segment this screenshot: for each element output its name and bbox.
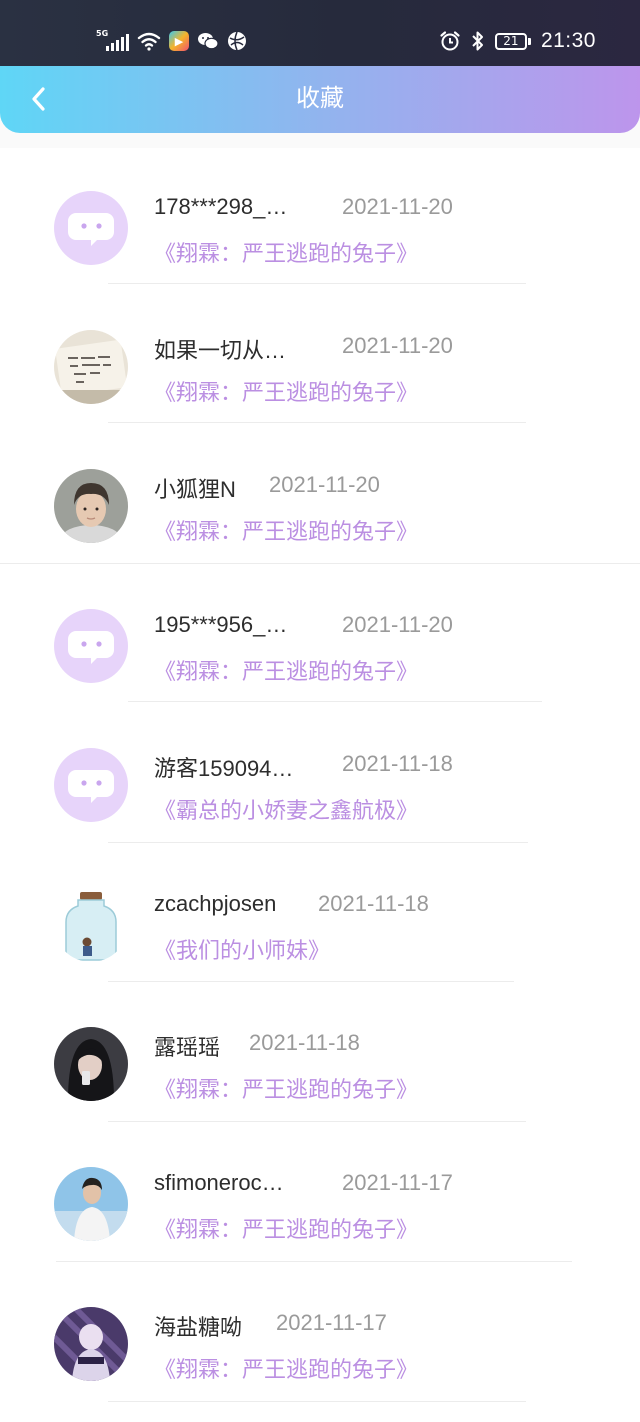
book-title-link[interactable]: 《霸总的小娇妻之鑫航极》 [154,793,418,825]
book-title-link[interactable]: 《翔霖：严王逃跑的兔子》 [154,1352,418,1384]
row-divider [128,701,542,702]
user-avatar [54,330,128,404]
user-name: 游客159094… [154,756,294,781]
battery-level: 21 [494,32,527,50]
book-title-link[interactable]: 《翔霖：严王逃跑的兔子》 [154,1212,418,1244]
user-name: 178***298_… [154,194,288,219]
user-name: 195***956_… [154,612,288,637]
favorites-list: 178***298_… 2021-11-20 《翔霖：严王逃跑的兔子》 如果一切… [0,148,640,1422]
favorite-date: 2021-11-20 [269,472,380,497]
favorite-date: 2021-11-18 [249,1030,360,1055]
page-title: 收藏 [296,84,344,112]
user-avatar [54,1307,128,1381]
battery-icon: 21 [494,32,531,50]
book-title-link[interactable]: 《翔霖：严王逃跑的兔子》 [154,1072,418,1104]
browser-icon [228,31,246,51]
user-avatar [54,1027,128,1101]
favorite-date: 2021-11-18 [318,891,429,916]
row-divider [108,842,528,843]
bluetooth-icon [472,31,483,51]
default-avatar-icon [54,748,128,822]
user-avatar [54,1167,128,1241]
favorite-item[interactable]: 如果一切从… 2021-11-20 《翔霖：严王逃跑的兔子》 [0,287,640,426]
favorite-item[interactable]: 游客159094… 2021-11-18 《霸总的小娇妻之鑫航极》 [0,705,640,844]
favorite-item[interactable]: 小狐狸N 2021-11-20 《翔霖：严王逃跑的兔子》 [0,426,640,565]
favorite-item[interactable]: 195***956_… 2021-11-20 《翔霖：严王逃跑的兔子》 [0,566,640,705]
favorite-date: 2021-11-17 [342,1170,453,1195]
book-title-link[interactable]: 《翔霖：严王逃跑的兔子》 [154,375,418,407]
user-name: zcachpjosen [154,891,277,916]
row-divider [108,283,526,284]
user-name: sfimoneroc… [154,1170,284,1195]
row-divider [108,1121,526,1122]
book-title-link[interactable]: 《翔霖：严王逃跑的兔子》 [154,654,418,686]
wechat-icon [198,33,219,50]
user-name: 露瑶瑶 [154,1035,221,1060]
status-bar-right: 21 21:30 [439,26,596,56]
favorite-date: 2021-11-20 [342,194,453,219]
default-avatar-icon [54,191,128,265]
book-title-link[interactable]: 《翔霖：严王逃跑的兔子》 [154,236,418,268]
book-title-link[interactable]: 《我们的小师妹》 [154,933,330,965]
user-avatar [54,888,128,962]
favorite-date: 2021-11-20 [342,612,453,637]
row-divider [108,422,526,423]
favorite-item[interactable]: 露瑶瑶 2021-11-18 《翔霖：严王逃跑的兔子》 [0,984,640,1123]
user-name: 小狐狸N [154,477,236,502]
favorite-date: 2021-11-17 [276,1310,387,1335]
default-avatar-icon [54,609,128,683]
status-bar-left: 5G ▶ [96,26,247,56]
favorite-date: 2021-11-18 [342,751,453,776]
favorite-item[interactable]: 178***298_… 2021-11-20 《翔霖：严王逃跑的兔子》 [0,148,640,287]
row-divider [108,981,514,982]
row-divider [56,1261,572,1262]
app-header: 收藏 [0,66,640,133]
alarm-icon [440,31,460,51]
book-title-link[interactable]: 《翔霖：严王逃跑的兔子》 [154,514,418,546]
favorite-date: 2021-11-20 [342,333,453,358]
favorite-item[interactable]: sfimoneroc… 2021-11-17 《翔霖：严王逃跑的兔子》 [0,1124,640,1263]
cellular-signal-icon: 5G [96,29,129,51]
user-avatar [54,469,128,543]
wifi-icon [137,32,161,51]
favorite-item[interactable]: zcachpjosen 2021-11-18 《我们的小师妹》 [0,845,640,984]
user-name: 如果一切从… [154,338,287,363]
row-divider [108,1401,526,1402]
network-type-label: 5G [96,29,109,38]
app-notification-icon: ▶ [169,31,189,51]
row-divider [0,563,640,564]
status-clock: 21:30 [540,29,596,52]
user-name: 海盐糖呦 [154,1315,243,1340]
favorite-item[interactable]: 海盐糖呦 2021-11-17 《翔霖：严王逃跑的兔子》 [0,1264,640,1403]
